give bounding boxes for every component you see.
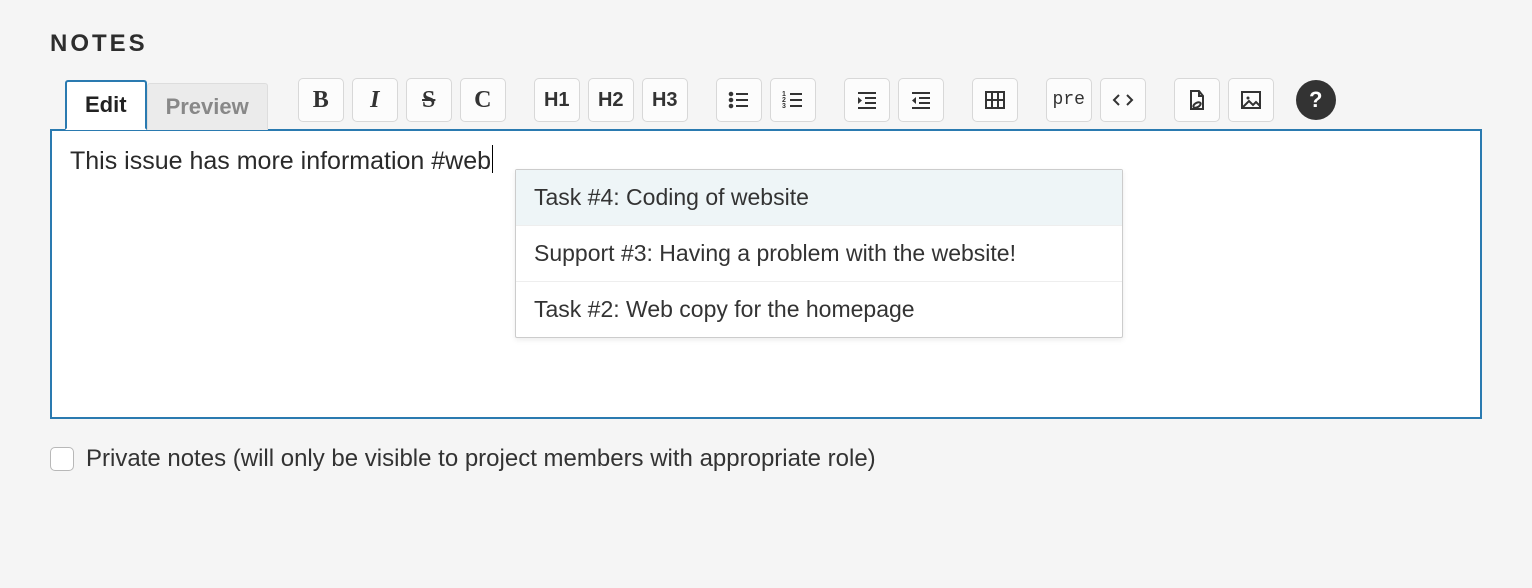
h3-button[interactable]: H3: [642, 78, 688, 122]
svg-text:3: 3: [782, 103, 786, 110]
outdent-button[interactable]: [898, 78, 944, 122]
pre-icon: pre: [1053, 90, 1085, 110]
ordered-list-button[interactable]: 1 2 3: [770, 78, 816, 122]
notes-panel: NOTES Edit Preview B I S C H1 H2 H3: [0, 0, 1532, 503]
autocomplete-item[interactable]: Support #3: Having a problem with the we…: [516, 226, 1122, 282]
notes-textarea[interactable]: This issue has more information #web Tas…: [50, 129, 1482, 419]
private-notes-checkbox[interactable]: [50, 447, 74, 471]
editor-wrap: Edit Preview B I S C H1 H2 H3: [50, 78, 1482, 419]
indent-button[interactable]: [844, 78, 890, 122]
table-icon: [983, 88, 1007, 112]
preformatted-button[interactable]: pre: [1046, 78, 1092, 122]
image-button[interactable]: [1228, 78, 1274, 122]
indent-icon: [855, 88, 879, 112]
code-icon: [1111, 88, 1135, 112]
editor-content: This issue has more information #web: [70, 147, 491, 175]
text-caret: [492, 145, 493, 173]
strikethrough-button[interactable]: S: [406, 78, 452, 122]
image-icon: [1239, 88, 1263, 112]
list-ul-icon: [727, 88, 751, 112]
bold-button[interactable]: B: [298, 78, 344, 122]
italic-button[interactable]: I: [352, 78, 398, 122]
private-notes-label: Private notes (will only be visible to p…: [86, 445, 876, 473]
outdent-icon: [909, 88, 933, 112]
private-notes-row: Private notes (will only be visible to p…: [50, 445, 1482, 473]
strikethrough-icon: S: [422, 87, 435, 114]
help-icon: ?: [1309, 87, 1322, 113]
tab-preview[interactable]: Preview: [147, 83, 268, 130]
autocomplete-item[interactable]: Task #4: Coding of website: [516, 170, 1122, 226]
inline-code-button[interactable]: C: [460, 78, 506, 122]
help-button[interactable]: ?: [1296, 80, 1336, 120]
table-button[interactable]: [972, 78, 1018, 122]
tabs-and-toolbar: Edit Preview B I S C H1 H2 H3: [50, 78, 1482, 130]
code-block-button[interactable]: [1100, 78, 1146, 122]
unordered-list-button[interactable]: [716, 78, 762, 122]
h1-button[interactable]: H1: [534, 78, 580, 122]
italic-icon: I: [370, 87, 379, 114]
tab-edit[interactable]: Edit: [65, 80, 147, 130]
section-title: NOTES: [50, 30, 1482, 58]
link-button[interactable]: [1174, 78, 1220, 122]
editor-toolbar: B I S C H1 H2 H3 1: [298, 78, 1336, 130]
link-icon: [1185, 88, 1209, 112]
h2-button[interactable]: H2: [588, 78, 634, 122]
autocomplete-item[interactable]: Task #2: Web copy for the homepage: [516, 282, 1122, 337]
autocomplete-dropdown: Task #4: Coding of website Support #3: H…: [515, 169, 1123, 338]
list-ol-icon: 1 2 3: [781, 88, 805, 112]
